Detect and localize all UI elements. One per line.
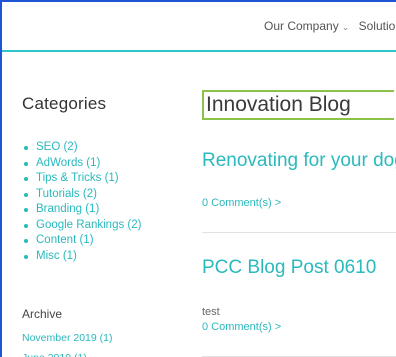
chevron-down-icon: ⌄	[341, 22, 350, 32]
blog-post: Renovating for your dog	[202, 150, 396, 172]
post-divider	[202, 232, 396, 233]
top-navigation-bar: Our Company⌄ Solutions	[2, 2, 396, 52]
category-link[interactable]: Misc (1)	[36, 250, 77, 262]
categories-heading: Categories	[22, 94, 107, 113]
bullet-icon	[24, 192, 28, 197]
post-title-link[interactable]: Renovating for your dog	[202, 150, 396, 172]
post-title-link[interactable]: PCC Blog Post 0610	[202, 257, 396, 279]
category-link[interactable]: SEO (2)	[36, 141, 78, 153]
nav-item-solutions[interactable]: Solutions	[359, 19, 396, 33]
bullet-icon	[24, 146, 28, 150]
category-link[interactable]: Tutorials (2)	[36, 188, 97, 200]
category-link[interactable]: AdWords (1)	[36, 157, 100, 169]
bullet-icon	[24, 223, 28, 228]
blog-post-meta: test 0 Comment(s) >	[202, 306, 396, 333]
bullet-icon	[24, 254, 28, 259]
category-item[interactable]: AdWords (1)	[22, 156, 141, 172]
category-item[interactable]: Content (1)	[22, 233, 141, 249]
comments-link[interactable]: 0 Comment(s) >	[202, 197, 396, 209]
category-link[interactable]: Content (1)	[36, 234, 94, 246]
category-item[interactable]: SEO (2)	[22, 140, 141, 156]
post-excerpt: test	[202, 306, 220, 318]
archive-link[interactable]: June 2019 (1)	[22, 348, 112, 357]
category-item[interactable]: Google Rankings (2)	[22, 218, 141, 234]
category-item[interactable]: Branding (1)	[22, 202, 141, 218]
archive-list: November 2019 (1) June 2019 (1)	[22, 328, 112, 357]
main-nav: Our Company⌄ Solutions	[264, 19, 396, 33]
page-frame: Our Company⌄ Solutions Categories SEO (2…	[0, 0, 396, 357]
archive-link[interactable]: November 2019 (1)	[22, 328, 112, 348]
blog-post-meta: 0 Comment(s) >	[202, 197, 396, 209]
blog-post: PCC Blog Post 0610	[202, 257, 396, 279]
category-item[interactable]: Tips & Tricks (1)	[22, 171, 141, 187]
archive-heading: Archive	[22, 307, 63, 321]
nav-item-label: Our Company	[264, 19, 339, 33]
category-link[interactable]: Branding (1)	[36, 203, 99, 215]
bullet-icon	[24, 177, 28, 181]
bullet-icon	[24, 208, 28, 212]
category-link[interactable]: Tips & Tricks (1)	[36, 172, 119, 184]
category-link[interactable]: Google Rankings (2)	[36, 219, 141, 231]
bullet-icon	[24, 239, 28, 243]
categories-list: SEO (2) AdWords (1) Tips & Tricks (1) Tu…	[22, 140, 141, 264]
comments-link[interactable]: 0 Comment(s) >	[202, 321, 396, 333]
nav-item-our-company[interactable]: Our Company ⌄	[264, 19, 349, 33]
bullet-icon	[24, 161, 28, 166]
category-item[interactable]: Misc (1)	[22, 249, 141, 265]
page-title: Innovation Blog	[202, 90, 394, 120]
category-item[interactable]: Tutorials (2)	[22, 187, 141, 203]
nav-item-label: Solutions	[358, 19, 396, 33]
